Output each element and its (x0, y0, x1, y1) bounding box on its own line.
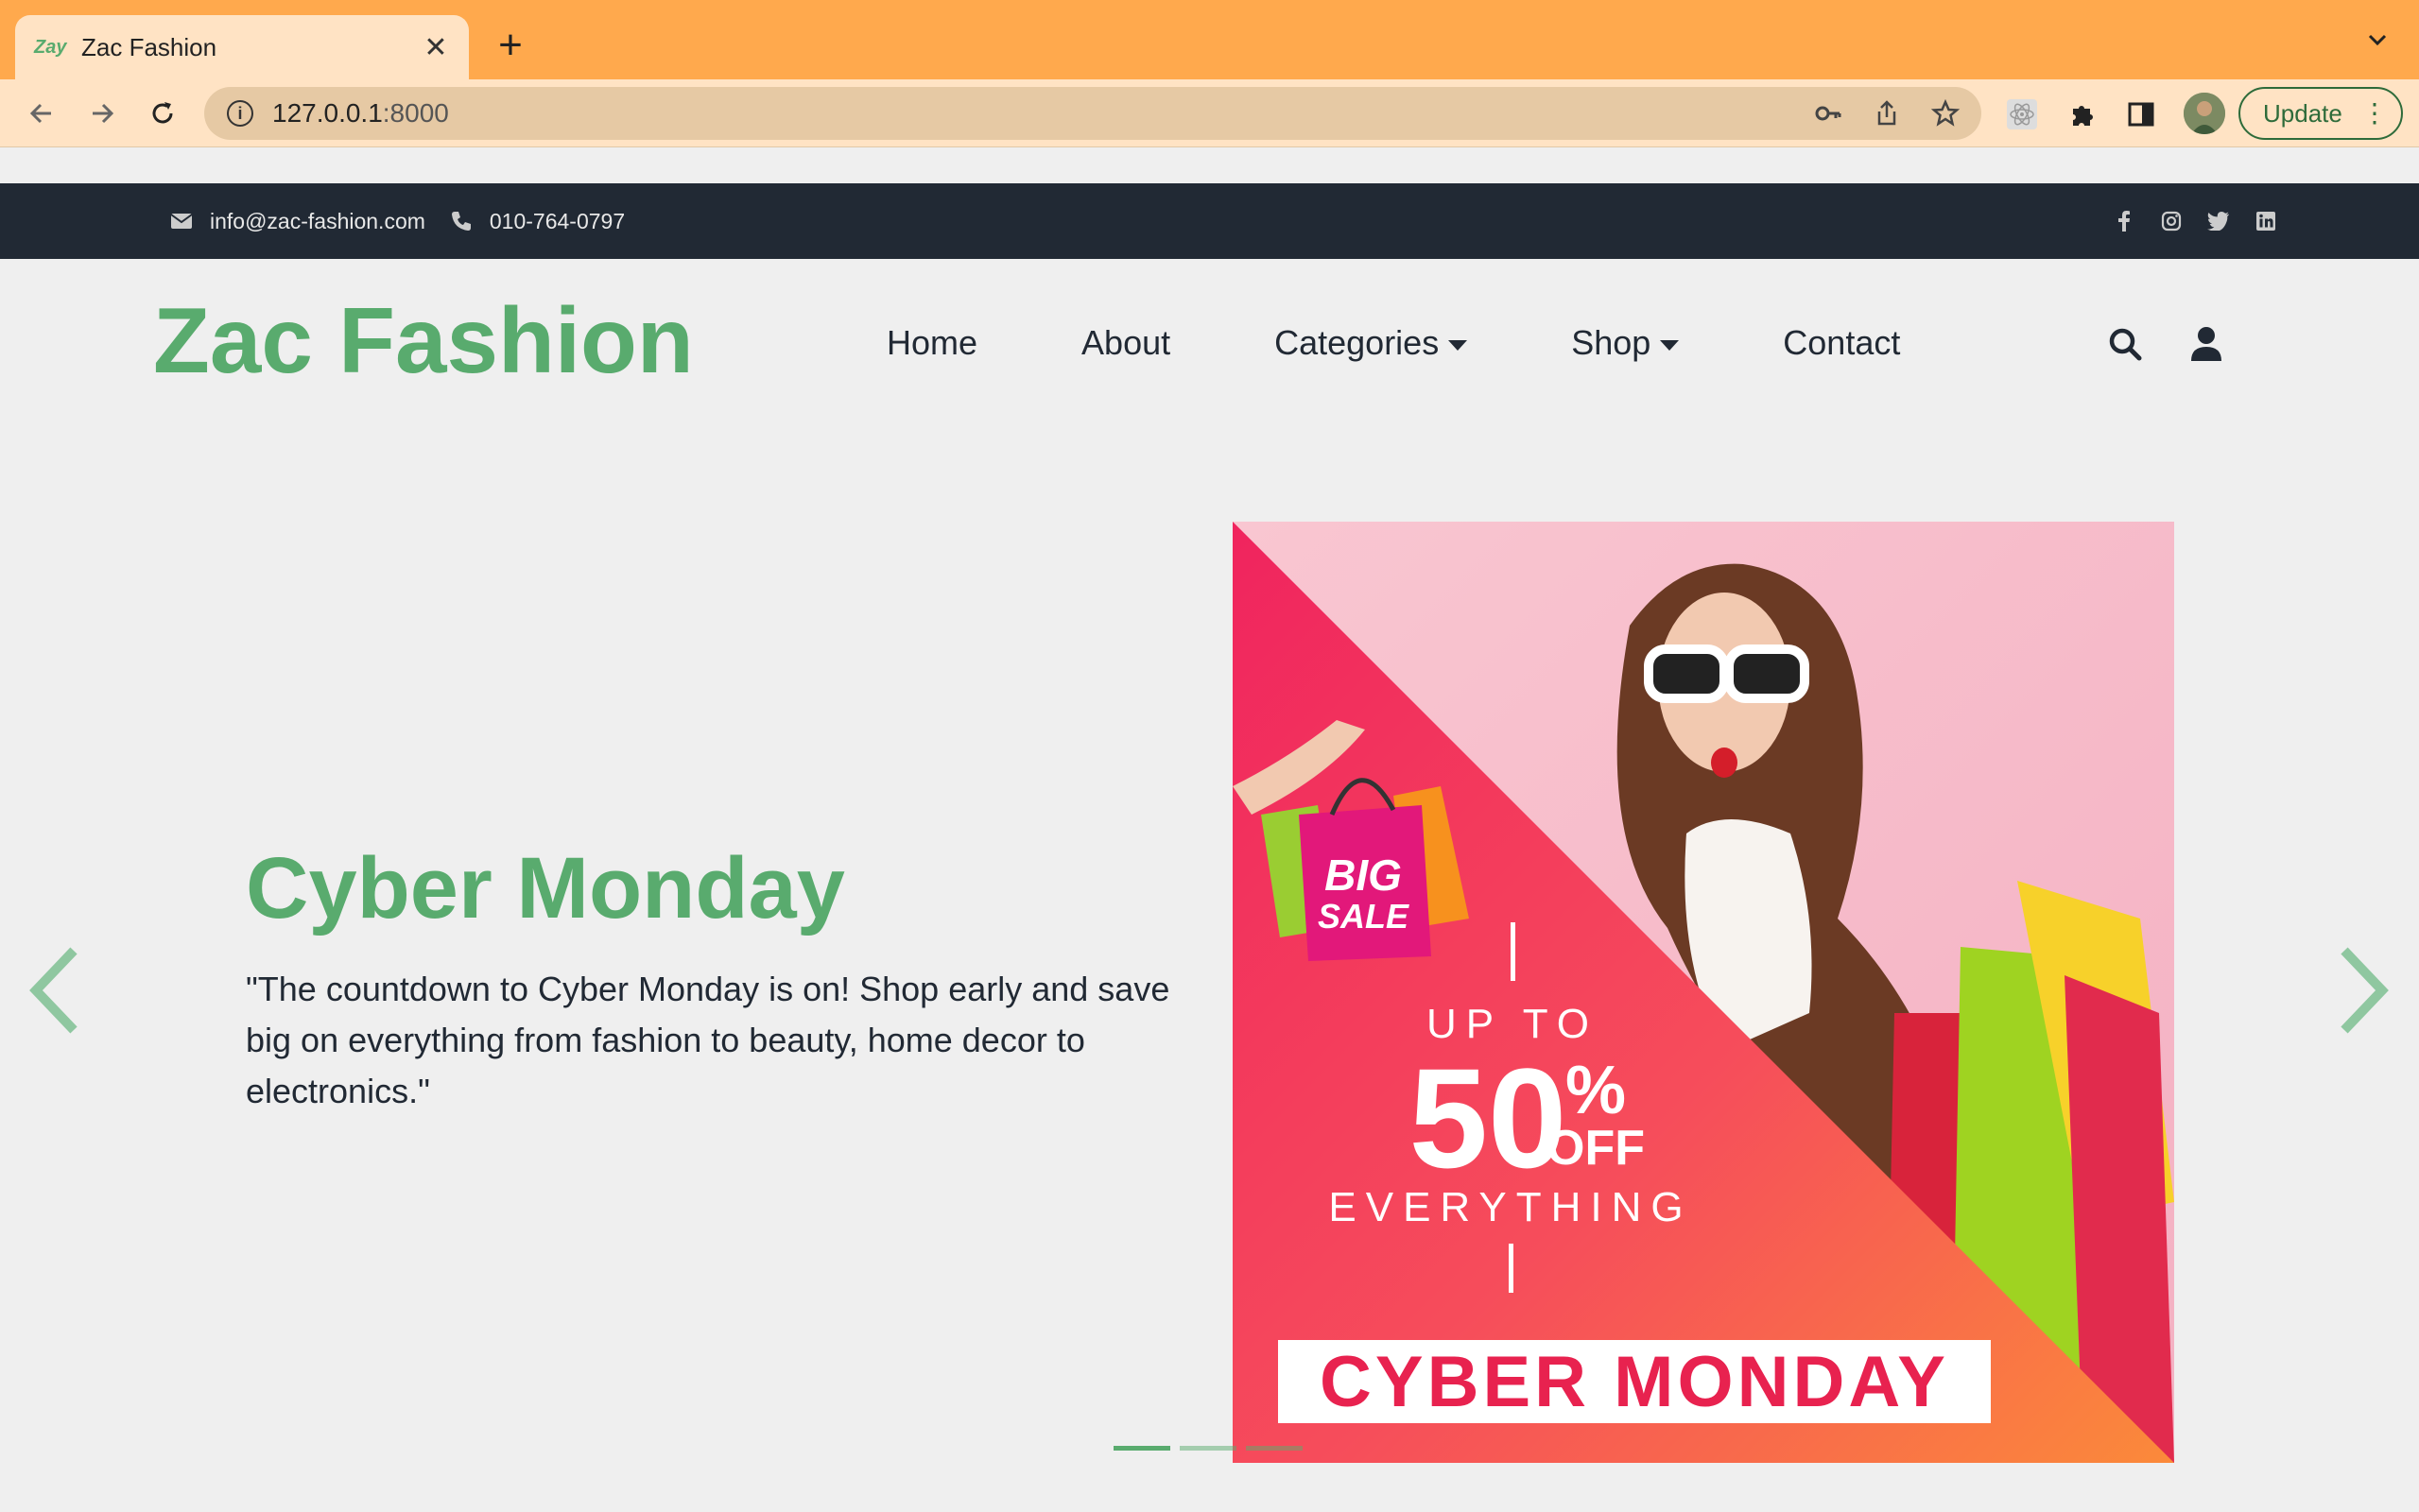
top-contact-bar: info@zac-fashion.com 010-764-0797 (0, 183, 2419, 259)
extensions-puzzle-icon[interactable] (2065, 96, 2100, 132)
banner-cyber-monday: CYBER MONDAY (1320, 1342, 1949, 1422)
share-icon[interactable] (1870, 96, 1904, 130)
site-logo[interactable]: Zac Fashion (153, 287, 694, 394)
menu-dots-icon[interactable]: ⋮ (2361, 98, 2388, 129)
search-icon[interactable] (2104, 323, 2146, 365)
site-info-icon[interactable]: i (227, 100, 253, 127)
url-text: 127.0.0.1:8000 (272, 98, 449, 128)
twitter-icon[interactable] (2207, 210, 2230, 232)
hero-description: "The countdown to Cyber Monday is on! Sh… (246, 970, 1170, 1110)
caret-down-icon (1660, 339, 1680, 351)
envelope-icon (168, 208, 195, 234)
nav-about[interactable]: About (1081, 323, 1170, 363)
forward-icon[interactable] (81, 93, 123, 134)
carousel-indicator-2[interactable] (1180, 1446, 1236, 1451)
react-devtools-icon[interactable] (2004, 96, 2040, 132)
update-button[interactable]: Update ⋮ (2238, 87, 2403, 140)
nav-categories-dropdown[interactable]: Categories (1274, 323, 1468, 363)
cyber-monday-banner-image: BIG SALE UP TO 50 % OFF EVERYTHING CYBER… (1233, 522, 2174, 1463)
contact-phone-link[interactable]: 010-764-0797 (490, 209, 625, 234)
tab-close-icon[interactable]: ✕ (422, 31, 450, 64)
reload-icon[interactable] (142, 93, 183, 134)
tab-search-chevron-icon[interactable] (2364, 26, 2391, 53)
back-icon[interactable] (21, 93, 62, 134)
banner-percent: 50 (1409, 1039, 1567, 1197)
side-panel-icon[interactable] (2123, 96, 2159, 132)
bookmark-star-icon[interactable] (1928, 96, 1962, 130)
carousel-indicator-1[interactable] (1114, 1446, 1170, 1451)
main-nav: Home About Categories Shop Contact (887, 323, 2004, 363)
browser-tab-bar: Zay Zac Fashion ✕ + (0, 0, 2419, 79)
carousel-indicator-3[interactable] (1246, 1446, 1303, 1451)
banner-off: OFF (1546, 1121, 1645, 1176)
hero-title: Cyber Monday (246, 840, 845, 936)
instagram-icon[interactable] (2160, 210, 2183, 232)
tab-title: Zac Fashion (81, 32, 217, 61)
nav-home[interactable]: Home (887, 323, 977, 363)
new-tab-icon[interactable]: + (492, 21, 529, 70)
caret-down-icon (1448, 339, 1468, 351)
key-icon[interactable] (1811, 96, 1845, 130)
carousel-indicators (1114, 1446, 1303, 1451)
nav-shop-dropdown[interactable]: Shop (1571, 323, 1680, 363)
nav-contact[interactable]: Contact (1783, 323, 1900, 363)
browser-tab[interactable]: Zay Zac Fashion ✕ (15, 15, 469, 79)
tab-favicon: Zay (34, 36, 67, 58)
address-bar[interactable]: i 127.0.0.1:8000 (204, 87, 1981, 140)
phone-icon (448, 208, 475, 234)
banner-badge-big: BIG (1324, 850, 1402, 900)
linkedin-icon[interactable] (2255, 210, 2277, 232)
contact-email-link[interactable]: info@zac-fashion.com (210, 209, 425, 234)
facebook-icon[interactable] (2113, 210, 2135, 232)
user-icon[interactable] (2186, 323, 2227, 365)
carousel-next-arrow-icon[interactable] (2327, 943, 2393, 1038)
browser-toolbar: i 127.0.0.1:8000 Update ⋮ (0, 79, 2419, 147)
profile-avatar[interactable] (2184, 93, 2225, 134)
banner-percent-sign: % (1565, 1053, 1626, 1128)
carousel-prev-arrow-icon[interactable] (25, 943, 91, 1038)
banner-badge-sale: SALE (1318, 897, 1409, 936)
site-header: Zac Fashion Home About Categories Shop C… (0, 259, 2419, 429)
banner-everything: EVERYTHING (1328, 1184, 1692, 1230)
